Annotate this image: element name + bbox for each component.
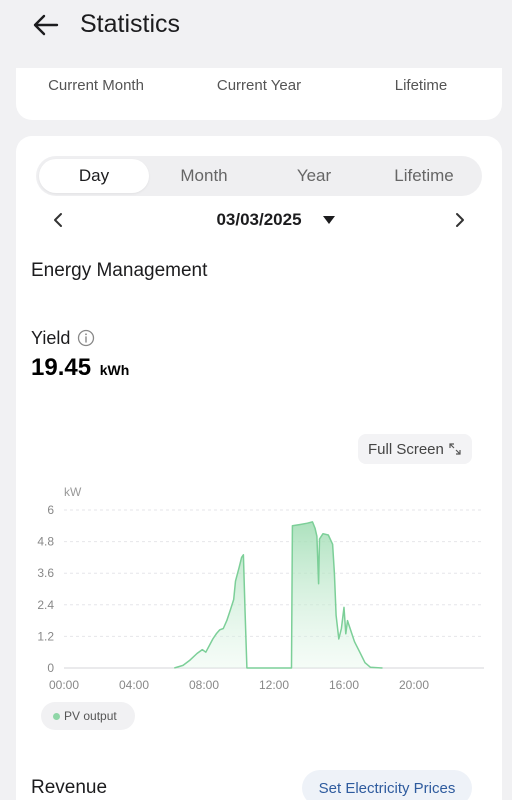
chart-svg: kW 0 1.2 2.4 3.6 4.8 6 00:00 04:00 08:00 12:00 16…	[37, 485, 484, 692]
set-electricity-prices-button[interactable]: Set Electricity Prices	[302, 770, 472, 800]
summary-label-current-year: Current Year	[216, 77, 302, 94]
summary-label-current-month: Current Month	[48, 77, 144, 94]
next-date-button[interactable]	[448, 208, 472, 232]
legend-label: PV output	[64, 709, 117, 723]
tab-day[interactable]: Day	[39, 159, 149, 193]
revenue-title: Revenue	[31, 777, 108, 798]
caret-down-icon[interactable]	[322, 215, 336, 225]
summary-label-lifetime: Lifetime	[394, 77, 448, 94]
period-tabs: Day Month Year Lifetime	[36, 156, 482, 196]
tab-lifetime[interactable]: Lifetime	[369, 159, 479, 193]
tab-month[interactable]: Month	[149, 159, 259, 193]
y-axis-unit-label: kW	[64, 485, 82, 499]
yield-unit: kWh	[99, 362, 130, 378]
x-tick-label: 20:00	[399, 678, 429, 692]
y-tick-label: 1.2	[37, 629, 54, 643]
x-tick-label: 00:00	[49, 678, 79, 692]
y-tick-label: 0	[47, 661, 54, 675]
app-header: Statistics	[0, 0, 512, 60]
x-tick-label: 12:00	[259, 678, 289, 692]
pv-output-chart: kW 0 1.2 2.4 3.6 4.8 6 00:00 04:00 08:00 12:00 16…	[16, 478, 502, 698]
legend-pv-output[interactable]: PV output	[41, 702, 135, 730]
page-title: Statistics	[80, 10, 181, 38]
full-screen-button[interactable]: Full Screen	[358, 434, 472, 464]
info-icon[interactable]	[77, 329, 95, 347]
full-screen-label: Full Screen	[368, 440, 444, 458]
pv-output-area	[174, 521, 383, 668]
legend-dot	[53, 712, 60, 720]
back-button[interactable]	[28, 8, 62, 42]
y-tick-label: 6	[47, 503, 54, 517]
yield-label: Yield	[31, 328, 71, 348]
statistics-card: Day Month Year Lifetime 03/03/2025 Energ…	[16, 136, 502, 800]
x-tick-label: 08:00	[189, 678, 219, 692]
energy-management-title: Energy Management	[31, 260, 208, 281]
x-tick-label: 04:00	[119, 678, 149, 692]
expand-icon	[449, 443, 461, 455]
chevron-right-icon	[456, 213, 464, 227]
x-tick-label: 16:00	[329, 678, 359, 692]
date-label[interactable]: 03/03/2025	[36, 210, 482, 230]
y-tick-label: 4.8	[37, 535, 54, 549]
tab-year[interactable]: Year	[259, 159, 369, 193]
arrow-left-icon	[33, 14, 59, 36]
yield-value: 19.45	[31, 354, 92, 381]
summary-card: Current Month Current Year Lifetime	[16, 68, 502, 120]
y-tick-label: 2.4	[37, 598, 54, 612]
yield-value-display: 19.45 kWh	[31, 354, 129, 382]
date-selector: 03/03/2025	[36, 206, 482, 234]
y-tick-label: 3.6	[37, 566, 54, 580]
